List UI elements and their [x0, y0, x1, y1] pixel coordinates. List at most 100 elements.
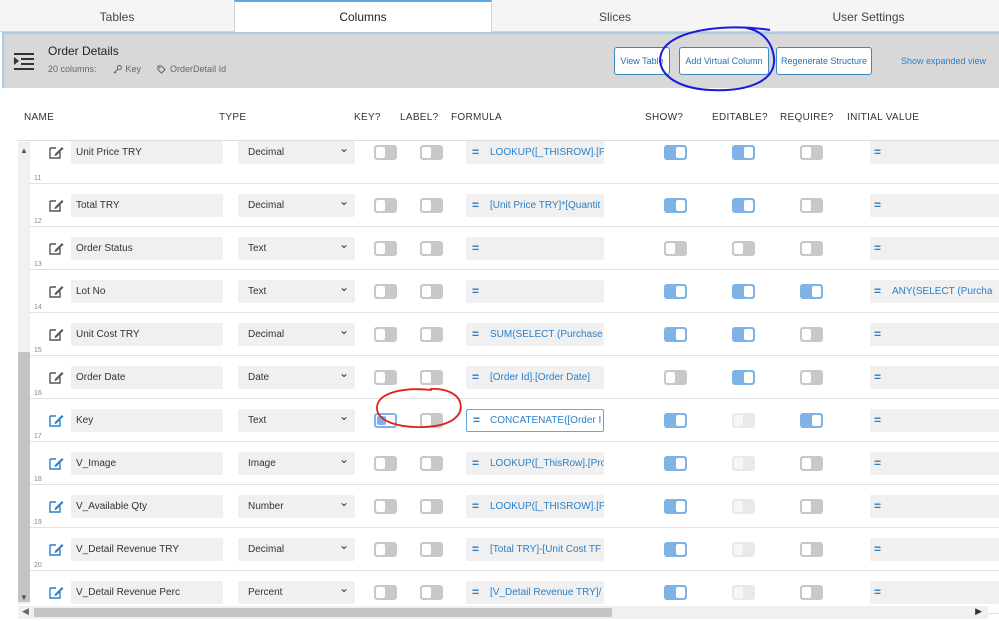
label-toggle[interactable] — [420, 585, 443, 600]
show-expanded-view-link[interactable]: Show expanded view — [901, 56, 986, 66]
require-toggle[interactable] — [800, 456, 823, 471]
require-toggle[interactable] — [800, 370, 823, 385]
require-toggle[interactable] — [800, 585, 823, 600]
initial-value-field[interactable]: = — [870, 323, 999, 346]
label-toggle[interactable] — [420, 198, 443, 213]
key-toggle[interactable] — [374, 413, 397, 428]
column-type-select[interactable]: Decimal ⌄ — [238, 194, 355, 217]
key-toggle[interactable] — [374, 370, 397, 385]
edit-column-icon[interactable] — [48, 240, 64, 256]
key-toggle[interactable] — [374, 145, 397, 160]
require-toggle[interactable] — [800, 327, 823, 342]
app-formula-field[interactable]: = LOOKUP([_THISROW].[P — [466, 141, 604, 164]
edit-column-icon[interactable] — [48, 455, 64, 471]
show-toggle[interactable] — [664, 284, 687, 299]
edit-column-icon[interactable] — [48, 197, 64, 213]
show-toggle[interactable] — [664, 542, 687, 557]
initial-value-field[interactable]: = — [870, 409, 999, 432]
tab-user-settings[interactable]: User Settings — [738, 0, 999, 32]
column-name-field[interactable]: Unit Cost TRY — [71, 323, 223, 346]
show-toggle[interactable] — [664, 413, 687, 428]
column-type-select[interactable]: Text ⌄ — [238, 237, 355, 260]
app-formula-field[interactable]: = [V_Detail Revenue TRY]/ — [466, 581, 604, 604]
initial-value-field[interactable]: = — [870, 366, 999, 389]
require-toggle[interactable] — [800, 499, 823, 514]
label-toggle[interactable] — [420, 327, 443, 342]
key-toggle[interactable] — [374, 585, 397, 600]
require-toggle[interactable] — [800, 198, 823, 213]
show-toggle[interactable] — [664, 241, 687, 256]
column-name-field[interactable]: V_Detail Revenue Perc — [71, 581, 223, 604]
require-toggle[interactable] — [800, 145, 823, 160]
column-name-field[interactable]: Total TRY — [71, 194, 223, 217]
horizontal-scrollbar[interactable]: ◀ ▶ — [18, 606, 988, 619]
show-toggle[interactable] — [664, 585, 687, 600]
edit-column-icon[interactable] — [48, 541, 64, 557]
edit-column-icon[interactable] — [48, 369, 64, 385]
editable-toggle[interactable] — [732, 145, 755, 160]
editable-toggle[interactable] — [732, 198, 755, 213]
column-name-field[interactable]: Order Date — [71, 366, 223, 389]
app-formula-field[interactable]: = [Order Id].[Order Date] — [466, 366, 604, 389]
key-toggle[interactable] — [374, 284, 397, 299]
editable-toggle[interactable] — [732, 370, 755, 385]
column-type-select[interactable]: Decimal ⌄ — [238, 141, 355, 164]
key-toggle[interactable] — [374, 198, 397, 213]
scroll-right-icon[interactable]: ▶ — [975, 606, 982, 617]
column-type-select[interactable]: Text ⌄ — [238, 409, 355, 432]
show-toggle[interactable] — [664, 327, 687, 342]
label-toggle[interactable] — [420, 370, 443, 385]
label-toggle[interactable] — [420, 145, 443, 160]
key-toggle[interactable] — [374, 499, 397, 514]
app-formula-field[interactable]: = — [466, 280, 604, 303]
require-toggle[interactable] — [800, 542, 823, 557]
edit-column-icon[interactable] — [48, 283, 64, 299]
app-formula-field[interactable]: = — [466, 237, 604, 260]
column-name-field[interactable]: Lot No — [71, 280, 223, 303]
initial-value-field[interactable]: = — [870, 581, 999, 604]
add-virtual-column-button[interactable]: Add Virtual Column — [679, 47, 769, 75]
vertical-scroll-thumb[interactable] — [18, 352, 30, 602]
require-toggle[interactable] — [800, 413, 823, 428]
edit-column-icon[interactable] — [48, 412, 64, 428]
scroll-down-icon[interactable]: ▼ — [20, 593, 28, 602]
tab-columns[interactable]: Columns — [234, 0, 492, 32]
column-type-select[interactable]: Date ⌄ — [238, 366, 355, 389]
show-toggle[interactable] — [664, 456, 687, 471]
label-toggle[interactable] — [420, 542, 443, 557]
editable-toggle[interactable] — [732, 327, 755, 342]
column-type-select[interactable]: Image ⌄ — [238, 452, 355, 475]
show-toggle[interactable] — [664, 499, 687, 514]
column-name-field[interactable]: V_Detail Revenue TRY — [71, 538, 223, 561]
initial-value-field[interactable]: = ANY(SELECT (Purcha — [870, 280, 999, 303]
edit-column-icon[interactable] — [48, 584, 64, 600]
key-toggle[interactable] — [374, 241, 397, 256]
label-toggle[interactable] — [420, 456, 443, 471]
vertical-scrollbar[interactable]: ▲ ▼ — [18, 142, 30, 604]
column-name-field[interactable]: Key — [71, 409, 223, 432]
key-toggle[interactable] — [374, 456, 397, 471]
column-type-select[interactable]: Text ⌄ — [238, 280, 355, 303]
label-toggle[interactable] — [420, 284, 443, 299]
app-formula-field[interactable]: = [Unit Price TRY]*[Quantit — [466, 194, 604, 217]
initial-value-field[interactable]: = — [870, 141, 999, 164]
label-toggle[interactable] — [420, 241, 443, 256]
column-type-select[interactable]: Number ⌄ — [238, 495, 355, 518]
key-toggle[interactable] — [374, 327, 397, 342]
column-type-select[interactable]: Decimal ⌄ — [238, 323, 355, 346]
initial-value-field[interactable]: = — [870, 194, 999, 217]
app-formula-field[interactable]: = CONCATENATE([Order I — [466, 409, 604, 432]
initial-value-field[interactable]: = — [870, 237, 999, 260]
key-toggle[interactable] — [374, 542, 397, 557]
editable-toggle[interactable] — [732, 284, 755, 299]
column-type-select[interactable]: Decimal ⌄ — [238, 538, 355, 561]
edit-column-icon[interactable] — [48, 498, 64, 514]
scroll-left-icon[interactable]: ◀ — [22, 606, 29, 617]
tab-slices[interactable]: Slices — [492, 0, 738, 32]
show-toggle[interactable] — [664, 198, 687, 213]
column-name-field[interactable]: V_Image — [71, 452, 223, 475]
app-formula-field[interactable]: = SUM(SELECT (Purchase — [466, 323, 604, 346]
require-toggle[interactable] — [800, 284, 823, 299]
view-table-button[interactable]: View Table — [614, 47, 670, 75]
initial-value-field[interactable]: = — [870, 452, 999, 475]
